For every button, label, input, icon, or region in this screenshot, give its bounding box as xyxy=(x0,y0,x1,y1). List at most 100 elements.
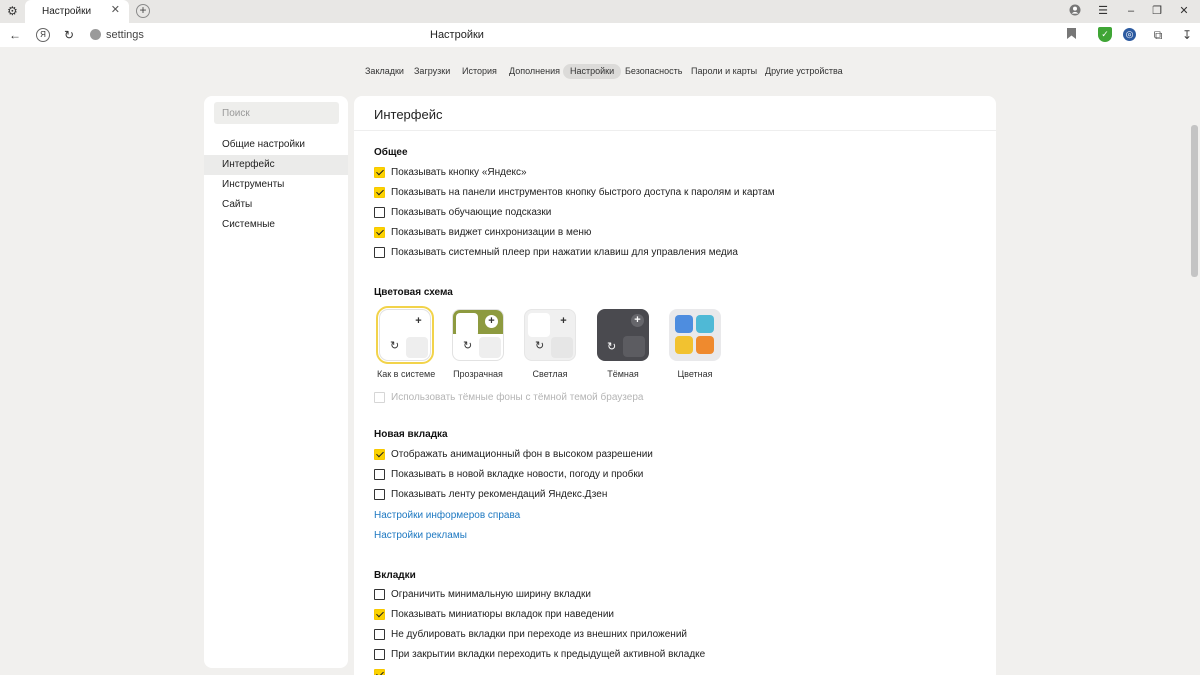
checkbox[interactable] xyxy=(374,669,385,675)
title-bar: ⚙ Настройки ✕ + ☰ – ❐ ✕ xyxy=(0,0,1200,23)
divider xyxy=(354,130,996,131)
scrollbar-thumb[interactable] xyxy=(1191,125,1198,277)
tab-downloads[interactable]: Загрузки xyxy=(407,64,457,79)
checkbox[interactable] xyxy=(374,449,385,460)
theme-light[interactable]: + ↻ Светлая xyxy=(522,309,578,379)
checkbox[interactable] xyxy=(374,469,385,480)
globe-extension-icon[interactable]: ◎ xyxy=(1123,28,1136,41)
theme-transparent[interactable]: + ↻ Прозрачная xyxy=(450,309,506,379)
option-label: Не дублировать вкладки при переходе из в… xyxy=(391,629,687,640)
sidebar-item-tools[interactable]: Инструменты xyxy=(204,175,348,195)
option-label: Показывать системный плеер при нажатии к… xyxy=(391,247,738,258)
tab-settings[interactable]: Настройки xyxy=(563,64,622,79)
option-label: При закрытии вкладки переходить к предыд… xyxy=(391,649,706,660)
back-arrow-icon[interactable]: ← xyxy=(8,28,22,42)
option-label: Использовать тёмные фоны с тёмной темой … xyxy=(391,392,644,403)
theme-dark[interactable]: + ↻ Тёмная xyxy=(595,309,651,379)
address-bar: ← Я ↻ settings Настройки ✓ ◎ ⧉ ↧ xyxy=(0,23,1200,47)
checkbox[interactable] xyxy=(374,247,385,258)
sidebar-item-interface[interactable]: Интерфейс xyxy=(204,155,348,175)
refresh-icon: ↻ xyxy=(463,340,473,352)
theme-colorful-tile[interactable] xyxy=(669,309,721,361)
close-icon[interactable]: ✕ xyxy=(111,5,120,16)
new-tab-heading: Новая вкладка xyxy=(374,429,448,440)
general-heading: Общее xyxy=(374,147,408,158)
theme-system[interactable]: + ↻ Как в системе xyxy=(376,306,436,379)
theme-label: Цветная xyxy=(677,369,713,379)
option-label: Показывать кнопку «Яндекс» xyxy=(391,167,527,178)
plus-icon: + xyxy=(485,315,498,328)
tab-history[interactable]: История xyxy=(455,64,504,79)
restore-icon[interactable]: ❐ xyxy=(1150,4,1164,18)
theme-label: Светлая xyxy=(532,369,568,379)
checkbox[interactable] xyxy=(374,227,385,238)
section-heading: Интерфейс xyxy=(374,107,443,122)
checkbox xyxy=(374,392,385,403)
theme-system-tile[interactable]: + ↻ xyxy=(376,306,434,364)
new-tab-plus-icon[interactable]: + xyxy=(136,4,150,18)
reload-icon[interactable]: ↻ xyxy=(62,28,76,42)
checkbox[interactable] xyxy=(374,207,385,218)
tab-other-devices[interactable]: Другие устройства xyxy=(758,64,850,79)
tab-title: Настройки xyxy=(42,6,92,17)
settings-sidebar: Общие настройки Интерфейс Инструменты Са… xyxy=(204,96,348,668)
sidebar-item-general[interactable]: Общие настройки xyxy=(204,135,348,155)
checkbox[interactable] xyxy=(374,489,385,500)
profile-icon[interactable] xyxy=(1068,4,1082,18)
option-label: Показывать виджет синхронизации в меню xyxy=(391,227,592,238)
option-label: Показывать миниатюры вкладок при наведен… xyxy=(391,609,614,620)
theme-colorful[interactable]: Цветная xyxy=(667,309,723,379)
option-label: Показывать ленту рекомендаций Яндекс.Дзе… xyxy=(391,489,608,500)
refresh-icon: ↻ xyxy=(607,341,617,353)
yandex-y-icon[interactable]: Я xyxy=(36,28,50,42)
color-scheme-heading: Цветовая схема xyxy=(374,287,453,298)
theme-label: Тёмная xyxy=(607,369,639,379)
checkbox[interactable] xyxy=(374,629,385,640)
site-info-icon[interactable] xyxy=(90,29,101,40)
browser-tab-settings[interactable]: Настройки ✕ xyxy=(25,0,129,23)
search-input[interactable] xyxy=(214,102,339,124)
refresh-icon: ↻ xyxy=(535,340,545,352)
page-scrollbar[interactable] xyxy=(1189,47,1200,675)
protect-shield-icon[interactable]: ✓ xyxy=(1098,27,1112,42)
informers-settings-link[interactable]: Настройки информеров справа xyxy=(374,510,520,521)
settings-content: Интерфейс Общее Показывать кнопку «Яндек… xyxy=(354,96,996,675)
minimize-icon[interactable]: – xyxy=(1124,4,1138,18)
theme-label: Как в системе xyxy=(377,369,436,379)
tab-passwords-cards[interactable]: Пароли и карты xyxy=(684,64,764,79)
theme-transparent-tile[interactable]: + ↻ xyxy=(452,309,504,361)
tab-security[interactable]: Безопасность xyxy=(618,64,689,79)
download-icon[interactable]: ↧ xyxy=(1180,28,1194,42)
theme-label: Прозрачная xyxy=(453,369,503,379)
settings-top-nav: Закладки Загрузки История Дополнения Нас… xyxy=(0,64,1200,80)
theme-dark-tile[interactable]: + ↻ xyxy=(597,309,649,361)
checkbox[interactable] xyxy=(374,649,385,660)
option-label: Отображать анимационный фон в высоком ра… xyxy=(391,449,653,460)
checkbox[interactable] xyxy=(374,609,385,620)
page-title: Настройки xyxy=(430,29,484,41)
option-label: Показывать в новой вкладке новости, пого… xyxy=(391,469,644,480)
gear-icon[interactable]: ⚙ xyxy=(7,5,19,17)
tab-bookmarks[interactable]: Закладки xyxy=(358,64,411,79)
close-window-icon[interactable]: ✕ xyxy=(1177,4,1191,18)
tab-extensions[interactable]: Дополнения xyxy=(502,64,567,79)
refresh-icon: ↻ xyxy=(390,340,400,352)
extension-icon[interactable]: ⧉ xyxy=(1151,28,1165,42)
option-label: Показывать на панели инструментов кнопку… xyxy=(391,187,775,198)
theme-light-tile[interactable]: + ↻ xyxy=(524,309,576,361)
url-text[interactable]: settings xyxy=(106,29,144,41)
option-label: Показывать обучающие подсказки xyxy=(391,207,552,218)
tabs-heading: Вкладки xyxy=(374,570,416,581)
plus-icon: + xyxy=(560,315,567,327)
sidebar-item-system[interactable]: Системные xyxy=(204,215,348,235)
checkbox[interactable] xyxy=(374,167,385,178)
ads-settings-link[interactable]: Настройки рекламы xyxy=(374,530,467,541)
sidebar-item-sites[interactable]: Сайты xyxy=(204,195,348,215)
checkbox[interactable] xyxy=(374,187,385,198)
plus-icon: + xyxy=(631,314,644,327)
bookmark-icon[interactable] xyxy=(1064,28,1078,42)
option-label: Ограничить минимальную ширину вкладки xyxy=(391,589,591,600)
hamburger-menu-icon[interactable]: ☰ xyxy=(1096,4,1110,18)
plus-icon: + xyxy=(415,315,422,327)
checkbox[interactable] xyxy=(374,589,385,600)
